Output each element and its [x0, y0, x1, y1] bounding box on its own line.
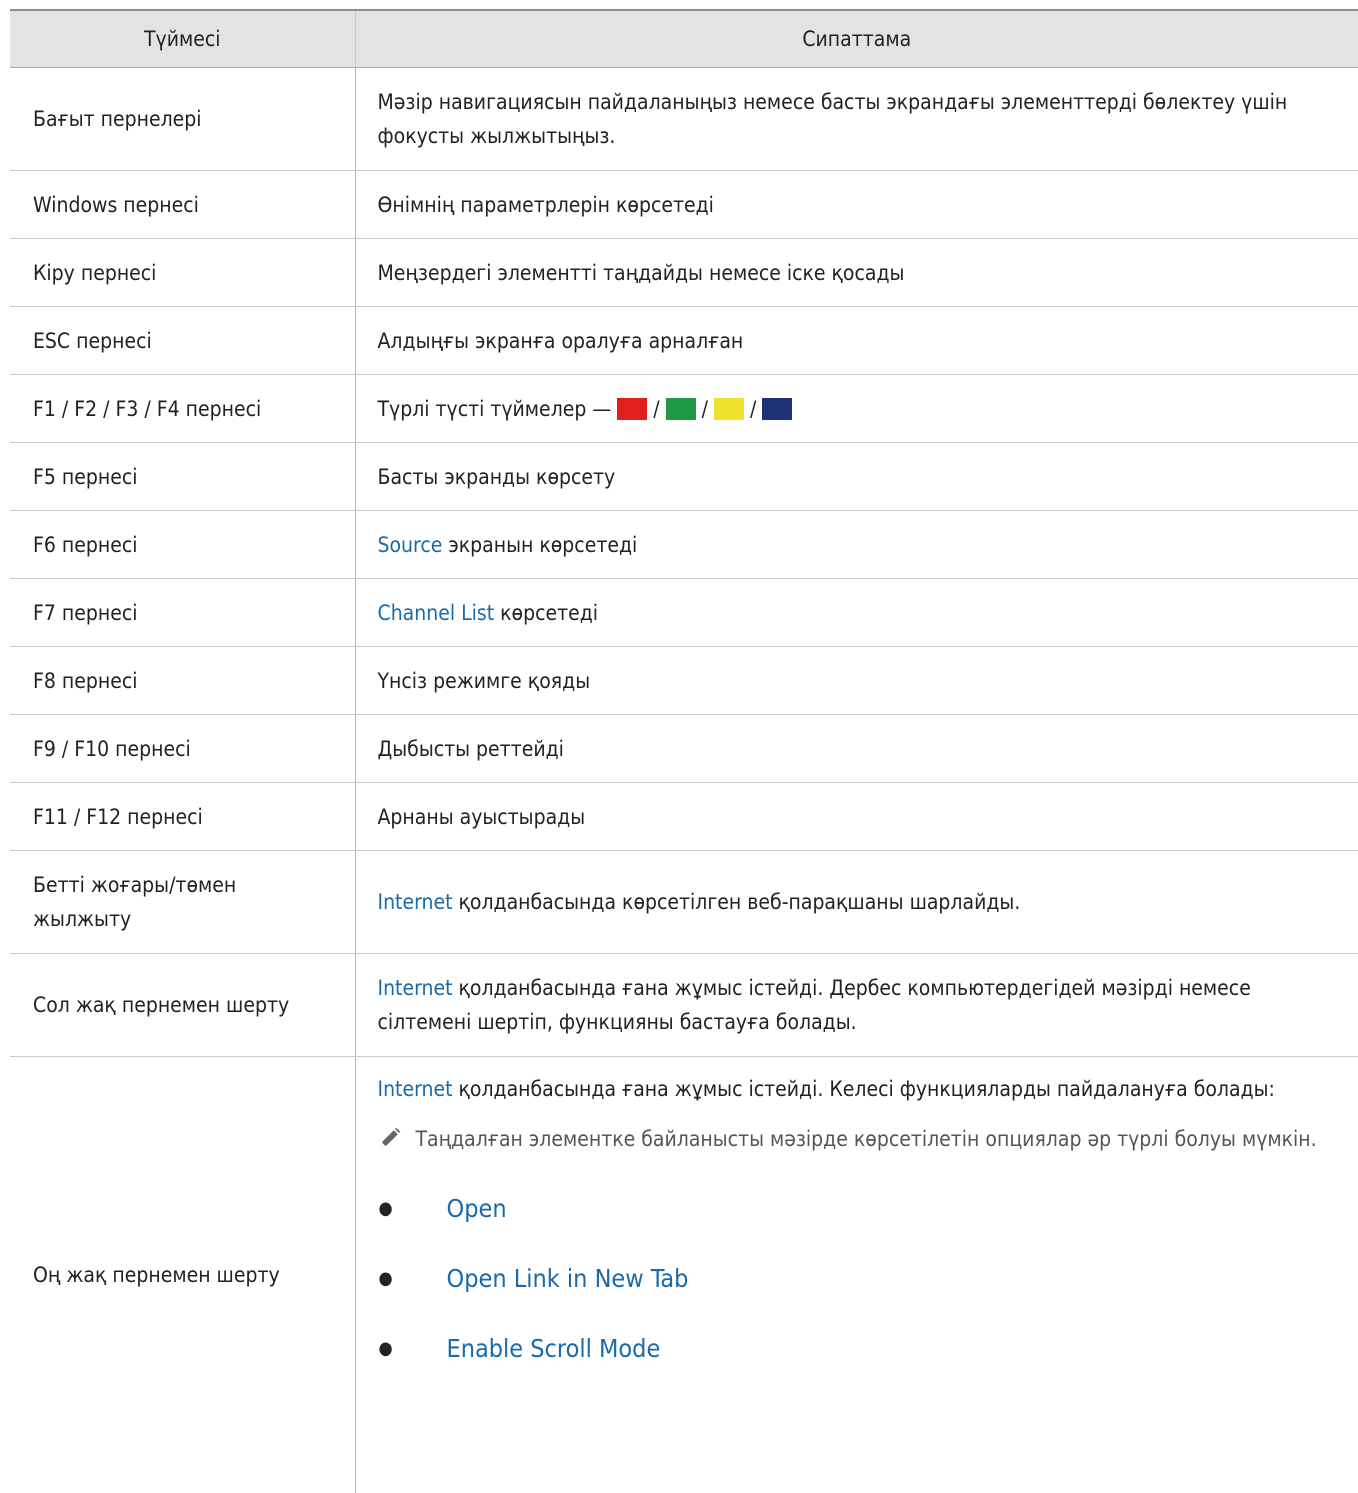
key-cell: F1 / F2 / F3 / F4 пернесі — [10, 375, 355, 443]
blue-button-swatch — [762, 398, 792, 420]
list-item: ● Enable Scroll Mode — [378, 1314, 1345, 1384]
bullet-dot: ● — [378, 1192, 447, 1226]
description-cell: Меңзердегі элементті таңдайды немесе іск… — [355, 239, 1358, 307]
keyboard-keys-table: Түймесі Сипаттама Бағыт пернелері Мәзір … — [10, 9, 1358, 1493]
description-text: көрсетеді — [500, 601, 598, 625]
description-text: экранын көрсетеді — [448, 533, 637, 557]
key-cell: Бетті жоғары/төмен жылжыту — [10, 851, 355, 954]
description-cell: Дыбысты реттейді — [355, 715, 1358, 783]
table-row: Оң жақ пернемен шерту Internet қолданбас… — [10, 1057, 1358, 1493]
description-cell: Түрлі түсті түймелер — / / / — [355, 375, 1358, 443]
table-row: Бетті жоғары/төмен жылжыту Internet қолд… — [10, 851, 1358, 954]
key-cell: ESC пернесі — [10, 307, 355, 375]
separator: / — [702, 397, 708, 421]
key-cell: F7 пернесі — [10, 579, 355, 647]
rightclick-intro: Internet қолданбасында ғана жұмыс істейд… — [378, 1072, 1345, 1106]
note-text: Таңдалған элементке байланысты мәзірде к… — [416, 1122, 1317, 1156]
separator: / — [653, 397, 659, 421]
options-list: ● Open ● Open Link in New Tab ● Enable S… — [378, 1174, 1345, 1384]
internet-link[interactable]: Internet — [378, 976, 453, 1000]
key-cell: Сол жақ пернемен шерту — [10, 954, 355, 1057]
bullet-dot: ● — [378, 1332, 447, 1366]
table-row: Кіру пернесі Меңзердегі элементті таңдай… — [10, 239, 1358, 307]
description-text: қолданбасында ғана жұмыс істейді. Дербес… — [378, 976, 1251, 1034]
table-row: F5 пернесі Басты экранды көрсету — [10, 443, 1358, 511]
channel-list-link[interactable]: Channel List — [378, 601, 495, 625]
option-open[interactable]: Open — [447, 1192, 507, 1226]
table-row: F1 / F2 / F3 / F4 пернесі Түрлі түсті тү… — [10, 375, 1358, 443]
page: Түймесі Сипаттама Бағыт пернелері Мәзір … — [10, 9, 1358, 1430]
color-buttons-text: Түрлі түсті түймелер — — [378, 397, 612, 421]
description-cell: Алдыңғы экранға оралуға арналған — [355, 307, 1358, 375]
table-row: Windows пернесі Өнімнің параметрлерін кө… — [10, 171, 1358, 239]
description-cell: Internet қолданбасында ғана жұмыс істейд… — [355, 954, 1358, 1057]
table-row: F6 пернесі Source экранын көрсетеді — [10, 511, 1358, 579]
table-row: Сол жақ пернемен шерту Internet қолданба… — [10, 954, 1358, 1057]
internet-link[interactable]: Internet — [378, 1077, 453, 1101]
list-item: ● Open Link in New Tab — [378, 1244, 1345, 1314]
key-cell: F9 / F10 пернесі — [10, 715, 355, 783]
key-cell: Бағыт пернелері — [10, 68, 355, 171]
table-row: ESC пернесі Алдыңғы экранға оралуға арна… — [10, 307, 1358, 375]
description-text: қолданбасында ғана жұмыс істейді. Келесі… — [458, 1077, 1274, 1101]
red-button-swatch — [617, 398, 647, 420]
key-cell: Оң жақ пернемен шерту — [10, 1057, 355, 1493]
green-button-swatch — [666, 398, 696, 420]
description-text: қолданбасында көрсетілген веб-парақшаны … — [458, 890, 1020, 914]
table-row: F11 / F12 пернесі Арнаны ауыстырады — [10, 783, 1358, 851]
list-item: ● Open — [378, 1174, 1345, 1244]
table-header-row: Түймесі Сипаттама — [10, 10, 1358, 68]
table-row: Бағыт пернелері Мәзір навигациясын пайда… — [10, 68, 1358, 171]
option-enable-scroll-mode[interactable]: Enable Scroll Mode — [447, 1332, 661, 1366]
note: Таңдалған элементке байланысты мәзірде к… — [378, 1122, 1345, 1160]
option-open-link-in-new-tab[interactable]: Open Link in New Tab — [447, 1262, 689, 1296]
key-cell: Кіру пернесі — [10, 239, 355, 307]
description-cell: Source экранын көрсетеді — [355, 511, 1358, 579]
description-cell: Internet қолданбасында ғана жұмыс істейд… — [355, 1057, 1358, 1493]
key-cell: F6 пернесі — [10, 511, 355, 579]
description-cell: Үнсіз режимге қояды — [355, 647, 1358, 715]
header-description: Сипаттама — [355, 10, 1358, 68]
bullet-dot: ● — [378, 1262, 447, 1296]
separator: / — [750, 397, 756, 421]
description-cell: Мәзір навигациясын пайдаланыңыз немесе б… — [355, 68, 1358, 171]
key-cell: F5 пернесі — [10, 443, 355, 511]
table-row: F7 пернесі Channel List көрсетеді — [10, 579, 1358, 647]
description-cell: Өнімнің параметрлерін көрсетеді — [355, 171, 1358, 239]
source-link[interactable]: Source — [378, 533, 443, 557]
table-row: F8 пернесі Үнсіз режимге қояды — [10, 647, 1358, 715]
table-row: F9 / F10 пернесі Дыбысты реттейді — [10, 715, 1358, 783]
internet-link[interactable]: Internet — [378, 890, 453, 914]
description-cell: Channel List көрсетеді — [355, 579, 1358, 647]
description-cell: Internet қолданбасында көрсетілген веб-п… — [355, 851, 1358, 954]
header-button: Түймесі — [10, 10, 355, 68]
description-cell: Арнаны ауыстырады — [355, 783, 1358, 851]
description-cell: Басты экранды көрсету — [355, 443, 1358, 511]
pencil-icon — [378, 1122, 416, 1160]
key-cell: Windows пернесі — [10, 171, 355, 239]
yellow-button-swatch — [714, 398, 744, 420]
key-cell: F11 / F12 пернесі — [10, 783, 355, 851]
key-cell: F8 пернесі — [10, 647, 355, 715]
